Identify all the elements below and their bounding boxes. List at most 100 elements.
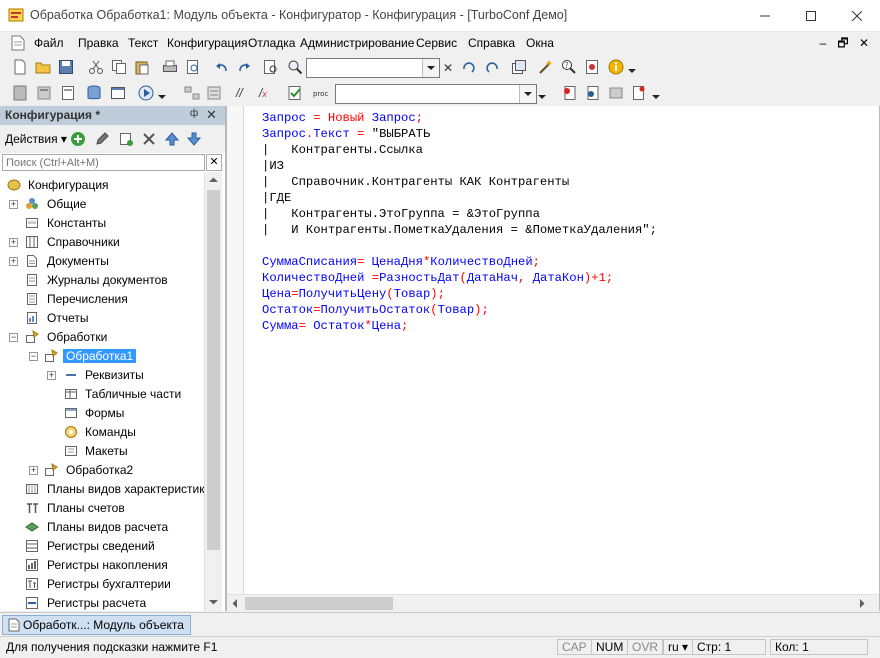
expand-toggle[interactable]: + xyxy=(9,238,18,247)
scroll-down-icon[interactable] xyxy=(209,599,218,605)
delete-icon[interactable] xyxy=(141,131,157,147)
code-line[interactable]: | И Контрагенты.ПометкаУдаления = &Помет… xyxy=(262,222,862,238)
info-icon[interactable] xyxy=(608,59,624,75)
wizard-icon[interactable] xyxy=(538,59,554,75)
paste-icon[interactable] xyxy=(134,59,150,75)
tree-item-calc-registers[interactable]: Регистры расчета xyxy=(0,594,204,611)
tree-item-tabular[interactable]: Табличные части xyxy=(0,385,204,404)
expand-toggle[interactable]: + xyxy=(9,200,18,209)
editor-horizontal-scrollbar[interactable] xyxy=(227,594,879,612)
code-text[interactable]: Запрос = Новый Запрос; Запрос.Текст = "ВЫ… xyxy=(262,110,862,334)
syntax-help-icon[interactable]: ? xyxy=(561,59,577,75)
code-line[interactable]: Остаток=ПолучитьОстаток(Товар); xyxy=(262,302,862,318)
database-icon[interactable] xyxy=(86,85,102,101)
procedures-icon[interactable] xyxy=(206,85,222,101)
print-icon[interactable] xyxy=(162,59,178,75)
tree-item-journals[interactable]: Журналы документов xyxy=(0,271,204,290)
toolbar-options-icon[interactable] xyxy=(628,69,636,74)
breakpoint-icon[interactable] xyxy=(562,85,578,101)
maximize-button[interactable] xyxy=(788,0,834,31)
tree-item-chart-of-accounts[interactable]: Планы счетов xyxy=(0,499,204,518)
tree-item-constants[interactable]: Константы xyxy=(0,214,204,233)
procedure-list-icon[interactable]: proc xyxy=(313,85,329,101)
tree-item-info-registers[interactable]: Регистры сведений xyxy=(0,537,204,556)
redo-icon[interactable] xyxy=(236,59,252,75)
find-previous-icon[interactable] xyxy=(484,59,500,75)
menu-windows[interactable]: Окна xyxy=(526,36,554,50)
save-icon[interactable] xyxy=(58,59,74,75)
menu-help[interactable]: Справка xyxy=(468,36,515,50)
menu-debug[interactable]: Отладка xyxy=(248,36,295,50)
code-line[interactable]: КоличествоДней =РазностьДат(ДатаНач, Дат… xyxy=(262,270,862,286)
tree-item-templates[interactable]: Макеты xyxy=(0,442,204,461)
clear-tree-search-button[interactable]: ✕ xyxy=(206,154,222,171)
update-db-icon[interactable] xyxy=(36,85,52,101)
tree-item-configuration[interactable]: Конфигурация xyxy=(0,176,204,195)
actions-menu-button[interactable]: Действия ▾ xyxy=(5,132,67,146)
tree-item-chart-of-characteristics[interactable]: Планы видов характеристик xyxy=(0,480,204,499)
context-help-icon[interactable] xyxy=(584,59,600,75)
close-panel-button[interactable]: ✕ xyxy=(206,107,217,123)
editor-gutter[interactable] xyxy=(227,106,244,594)
tree-item-dataprocessor1[interactable]: − Обработка1 xyxy=(0,347,204,366)
windows-icon[interactable] xyxy=(511,59,527,75)
undo-icon[interactable] xyxy=(214,59,230,75)
tree-scrollbar[interactable] xyxy=(204,172,222,611)
code-line[interactable]: Запрос = Новый Запрос; xyxy=(262,110,862,126)
find-in-file-icon[interactable] xyxy=(263,59,279,75)
code-line[interactable]: |ГДЕ xyxy=(262,190,862,206)
tree-item-documents[interactable]: + Документы xyxy=(0,252,204,271)
tree-item-dataprocessors[interactable]: − Обработки xyxy=(0,328,204,347)
search-icon[interactable] xyxy=(287,59,303,75)
tree-item-attributes[interactable]: + Реквизиты xyxy=(0,366,204,385)
search-combo[interactable] xyxy=(306,58,440,78)
scroll-left-icon[interactable] xyxy=(232,599,238,608)
expand-toggle[interactable]: + xyxy=(47,371,56,380)
new-file-icon[interactable] xyxy=(12,59,28,75)
mdi-close-button[interactable]: ✕ xyxy=(855,34,873,52)
scrollbar-thumb[interactable] xyxy=(207,190,220,550)
collapse-toggle[interactable]: − xyxy=(9,333,18,342)
toolbar2-options-icon[interactable] xyxy=(652,95,660,100)
collapse-toggle[interactable]: − xyxy=(29,352,38,361)
chevron-down-icon[interactable] xyxy=(422,59,439,77)
code-line[interactable]: |ИЗ xyxy=(262,158,862,174)
menu-text[interactable]: Текст xyxy=(128,36,158,50)
bookmark-icon[interactable] xyxy=(585,85,601,101)
tree-item-forms[interactable]: Формы xyxy=(0,404,204,423)
combo-options-icon[interactable] xyxy=(538,95,546,100)
uncomment-icon[interactable]: /x xyxy=(259,86,267,100)
menu-configuration[interactable]: Конфигурация xyxy=(167,36,248,50)
pin-panel-button[interactable]: ф xyxy=(190,108,198,119)
tree-search-input[interactable] xyxy=(2,154,205,171)
mdi-minimize-button[interactable]: ‒ xyxy=(814,34,832,52)
code-editor[interactable]: Запрос = Новый Запрос; Запрос.Текст = "ВЫ… xyxy=(226,106,880,612)
code-line[interactable] xyxy=(262,238,862,254)
clear-search-icon[interactable]: ✕ xyxy=(440,59,456,77)
tree-item-accounting-registers[interactable]: Регистры бухгалтерии xyxy=(0,575,204,594)
move-down-icon[interactable] xyxy=(186,131,202,147)
chevron-down-icon[interactable] xyxy=(519,85,536,103)
module-structure-icon[interactable] xyxy=(184,85,200,101)
template-icon[interactable] xyxy=(631,85,647,101)
scroll-up-icon[interactable] xyxy=(209,177,218,183)
open-config-icon[interactable] xyxy=(12,85,28,101)
code-line[interactable]: Запрос.Текст = "ВЫБРАТЬ xyxy=(262,126,862,142)
tree-item-catalogs[interactable]: + Справочники xyxy=(0,233,204,252)
copy-icon[interactable] xyxy=(111,59,127,75)
code-line[interactable]: | Контрагенты.ЭтоГруппа = &ЭтоГруппа xyxy=(262,206,862,222)
tab-object-module[interactable]: Обработк...: Модуль объекта xyxy=(2,615,191,635)
move-up-icon[interactable] xyxy=(164,131,180,147)
tree-item-common[interactable]: + Общие xyxy=(0,195,204,214)
code-line[interactable]: | Справочник.Контрагенты КАК Контрагенты xyxy=(262,174,862,190)
menu-service[interactable]: Сервис xyxy=(416,36,457,50)
scroll-right-icon[interactable] xyxy=(859,599,865,608)
tree-item-chart-of-calc[interactable]: Планы видов расчета xyxy=(0,518,204,537)
start-debug-icon[interactable] xyxy=(138,85,154,101)
document-menu-icon[interactable] xyxy=(11,35,25,51)
code-line[interactable]: Сумма= Остаток*Цена; xyxy=(262,318,862,334)
find-next-icon[interactable] xyxy=(461,59,477,75)
comment-icon[interactable]: // xyxy=(236,86,243,100)
cut-icon[interactable] xyxy=(88,59,104,75)
copy-object-icon[interactable] xyxy=(118,131,134,147)
